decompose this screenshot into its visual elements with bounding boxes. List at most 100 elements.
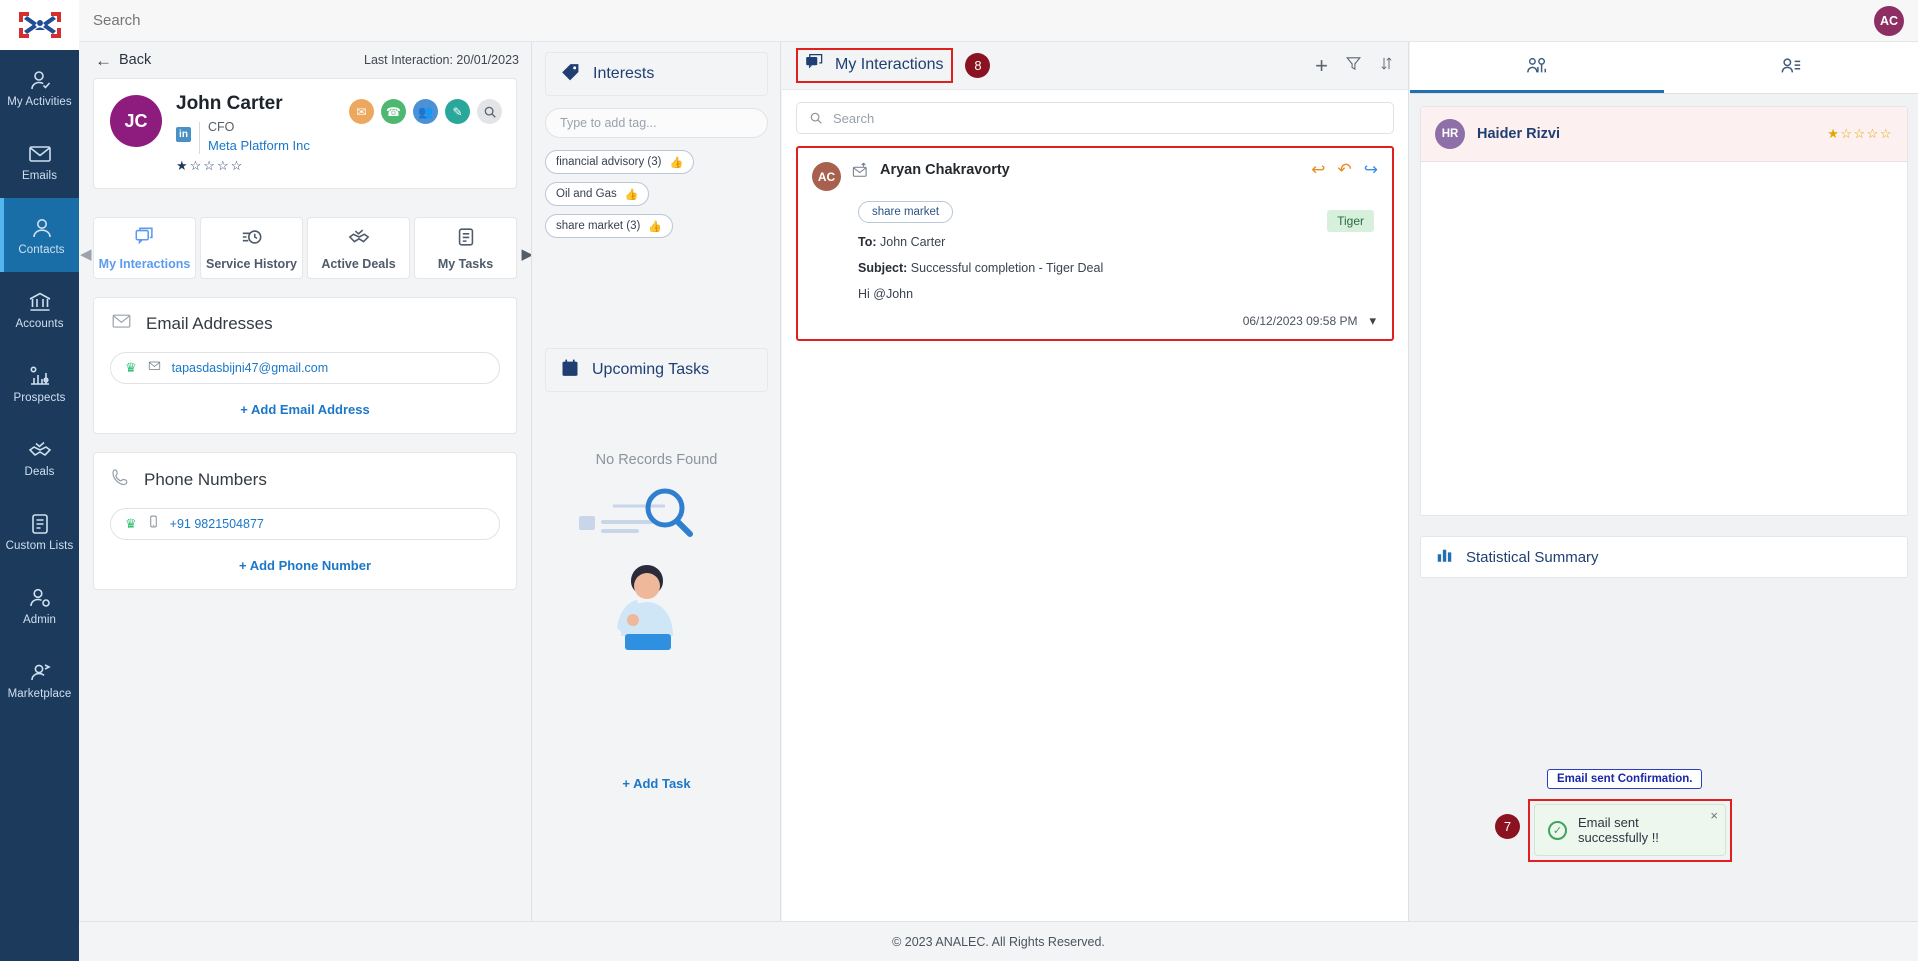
sidebar-item-marketplace[interactable]: Marketplace <box>0 642 79 716</box>
app-logo[interactable] <box>0 0 79 50</box>
sidebar-item-my-activities[interactable]: My Activities <box>0 50 79 124</box>
primary-crown-icon: ♛ <box>125 516 137 531</box>
user-rocket-icon <box>26 659 54 685</box>
interactions-header: My Interactions 8 + <box>782 42 1408 90</box>
chart-gear-icon <box>26 363 54 389</box>
add-task-link[interactable]: + Add Task <box>622 776 690 791</box>
reply-icon[interactable]: ↩ <box>1311 160 1325 180</box>
chat-stack-icon <box>804 53 825 77</box>
divider <box>199 122 200 154</box>
bar-chart-icon <box>1435 546 1454 569</box>
subject-value: Successful completion - Tiger Deal <box>910 261 1104 275</box>
tab-label: Active Deals <box>321 256 396 271</box>
search-action-icon[interactable] <box>477 99 502 124</box>
close-icon[interactable]: × <box>1710 808 1718 823</box>
email-value[interactable]: tapasdasbijni47@gmail.com <box>172 361 329 375</box>
sidebar-item-prospects[interactable]: Prospects <box>0 346 79 420</box>
tab-active-deals[interactable]: Active Deals <box>307 217 410 279</box>
phone-value[interactable]: +91 9821504877 <box>170 517 264 531</box>
primary-crown-icon: ♛ <box>125 360 137 375</box>
footer: © 2023 ANALEC. All Rights Reserved. <box>79 921 1918 961</box>
card-title: Statistical Summary <box>1466 548 1599 566</box>
contact-name: John Carter <box>176 93 283 114</box>
sidebar-item-accounts[interactable]: Accounts <box>0 272 79 346</box>
contact-company-link[interactable]: Meta Platform Inc <box>208 137 310 154</box>
envelope-icon <box>110 312 133 336</box>
sort-icon[interactable] <box>1379 55 1394 77</box>
handshake-check-icon <box>347 226 371 253</box>
forward-icon[interactable]: ↪ <box>1364 160 1378 180</box>
thumbs-up-icon[interactable]: 👍 <box>625 188 639 201</box>
filter-icon[interactable] <box>1345 55 1362 77</box>
contact-card: JC John Carter in CFO Meta Platform Inc … <box>93 78 517 189</box>
interaction-message-card[interactable]: AC Aryan Chakravorty ↩ ↶ ↪ share market … <box>796 146 1394 341</box>
linkedin-icon[interactable]: in <box>176 127 191 142</box>
note-action-icon[interactable]: ✎ <box>445 99 470 124</box>
sidebar-item-contacts[interactable]: Contacts <box>0 198 79 272</box>
deal-chip[interactable]: Tiger <box>1327 210 1374 232</box>
phone-action-icon[interactable]: ☎ <box>381 99 406 124</box>
add-phone-number-link[interactable]: + Add Phone Number <box>110 558 500 573</box>
avatar: HR <box>1435 119 1465 149</box>
user-avatar[interactable]: AC <box>1874 6 1904 36</box>
global-search-input[interactable] <box>83 6 503 35</box>
tabs-scroll-right-icon[interactable]: ▶ <box>521 245 531 263</box>
interactions-search-input[interactable]: Search <box>796 102 1394 134</box>
message-to-line: To: John Carter <box>858 235 1376 249</box>
interest-tag[interactable]: Oil and Gas 👍 <box>545 182 650 206</box>
panel-title: Upcoming Tasks <box>592 361 710 378</box>
person-name: Haider Rizvi <box>1477 126 1560 142</box>
tabs-scroll-left-icon[interactable]: ◀ <box>80 245 92 263</box>
contact-list-tab[interactable] <box>1664 42 1918 93</box>
contact-detail-column: ← Back Last Interaction: 20/01/2023 JC J… <box>79 42 532 921</box>
add-interaction-icon[interactable]: + <box>1315 54 1328 76</box>
sidebar-item-admin[interactable]: Admin <box>0 568 79 642</box>
statistical-summary-card[interactable]: Statistical Summary <box>1420 536 1908 578</box>
contact-action-icons: ✉ ☎ 👥 ✎ <box>349 99 502 124</box>
reply-all-icon[interactable]: ↶ <box>1338 160 1352 180</box>
left-sidebar: My Activities Emails Contacts Accounts P… <box>0 0 79 961</box>
to-label: To: <box>858 235 877 249</box>
person-rating-stars[interactable]: ★☆☆☆☆ <box>1827 126 1893 142</box>
sidebar-item-label: My Activities <box>7 95 72 108</box>
relationship-tab[interactable] <box>1410 42 1664 93</box>
contact-rating-stars[interactable]: ★☆☆☆☆ <box>176 158 310 174</box>
meeting-action-icon[interactable]: 👥 <box>413 99 438 124</box>
empty-state-text: No Records Found <box>595 452 718 468</box>
sidebar-item-deals[interactable]: Deals <box>0 420 79 494</box>
interest-tag[interactable]: financial advisory (3) 👍 <box>545 150 695 174</box>
mobile-icon <box>147 514 160 534</box>
sender-avatar: AC <box>812 162 841 191</box>
chevron-down-icon[interactable]: ▾ <box>1369 313 1376 329</box>
sidebar-item-emails[interactable]: Emails <box>0 124 79 198</box>
add-email-address-link[interactable]: + Add Email Address <box>110 402 500 417</box>
thumbs-up-icon[interactable]: 👍 <box>648 220 662 233</box>
sidebar-item-custom-lists[interactable]: Custom Lists <box>0 494 79 568</box>
sidebar-item-label: Custom Lists <box>5 539 74 552</box>
message-actions: ↩ ↶ ↪ <box>1311 160 1378 180</box>
my-interactions-highlight[interactable]: My Interactions <box>796 48 954 83</box>
tag-input[interactable]: Type to add tag... <box>545 108 768 138</box>
tab-label: My Interactions <box>98 256 191 271</box>
clipboard-icon <box>454 226 478 253</box>
calendar-icon <box>560 358 580 383</box>
list-item[interactable]: HR Haider Rizvi ★☆☆☆☆ <box>1421 107 1907 162</box>
message-tag[interactable]: share market <box>858 201 954 223</box>
email-confirmation-annotation: Email sent Confirmation. <box>1547 769 1703 789</box>
interest-tag[interactable]: share market (3) 👍 <box>545 214 674 238</box>
email-action-icon[interactable]: ✉ <box>349 99 374 124</box>
interactions-column: My Interactions 8 + Search AC Aryan Chak… <box>782 42 1409 921</box>
upcoming-tasks-header: Upcoming Tasks <box>545 348 768 392</box>
tab-service-history[interactable]: Service History <box>200 217 303 279</box>
tab-my-interactions[interactable]: My Interactions <box>93 217 196 279</box>
phone-numbers-section: Phone Numbers ♛ +91 9821504877 + Add Pho… <box>93 452 517 590</box>
back-button[interactable]: ← Back <box>93 49 161 72</box>
email-entry[interactable]: ♛ tapasdasbijni47@gmail.com <box>110 352 500 384</box>
back-button-label: Back <box>119 52 152 68</box>
thumbs-up-icon[interactable]: 👍 <box>669 156 683 169</box>
search-placeholder: Search <box>833 110 875 126</box>
message-body: Hi @John <box>858 287 914 301</box>
phone-entry[interactable]: ♛ +91 9821504877 <box>110 508 500 540</box>
contact-tabs: ◀ ▶ My Interactions Service History Acti… <box>80 217 531 279</box>
tab-my-tasks[interactable]: My Tasks <box>414 217 517 279</box>
